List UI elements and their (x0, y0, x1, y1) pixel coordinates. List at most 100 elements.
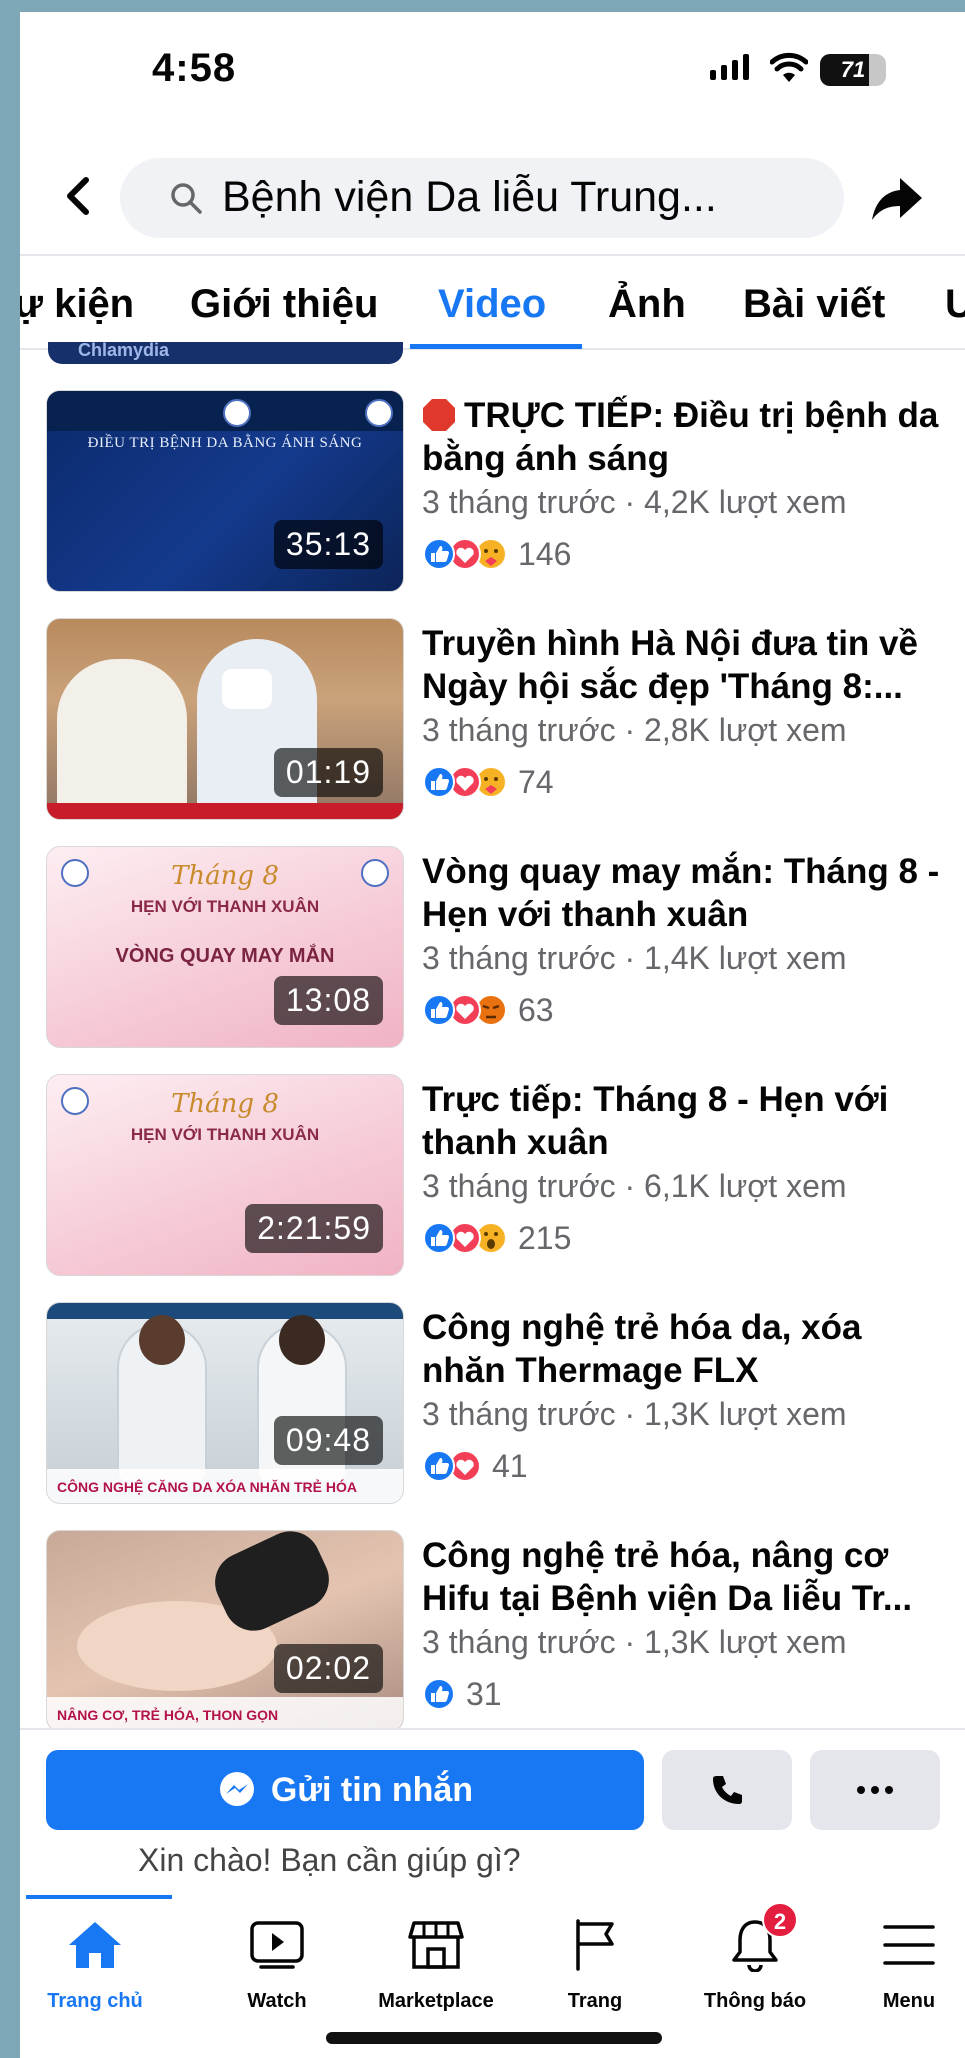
bottom-navigation: Trang chủ Watch Marketplace Trang 2 Thôn… (20, 1902, 965, 2013)
live-stop-icon (422, 398, 456, 432)
video-meta: 3 tháng trước · 4,2K lượt xem (422, 484, 847, 520)
nav-label: Marketplace (378, 1990, 494, 2012)
video-meta: 3 tháng trước · 1,3K lượt xem (422, 1624, 847, 1660)
phone-icon (713, 1776, 742, 1804)
dot-icon (857, 1786, 865, 1794)
hospital-logo (365, 399, 393, 427)
reactions[interactable]: 63 (422, 992, 554, 1028)
video-thumbnail[interactable]: Tháng 8 HẸN VỚI THANH XUÂN 2:21:59 (46, 1074, 404, 1276)
more-options-button[interactable] (810, 1750, 940, 1830)
like-reaction-icon (423, 1678, 455, 1710)
nav-pages[interactable]: Trang (520, 1910, 670, 2013)
reaction-count: 63 (518, 991, 554, 1028)
reactions[interactable]: 31 (422, 1676, 502, 1712)
reaction-count: 146 (518, 535, 572, 572)
nav-label: Menu (882, 1990, 936, 2012)
video-duration: 2:21:59 (245, 1204, 383, 1253)
marketplace-icon (408, 1921, 464, 1969)
signal-icon (710, 54, 749, 80)
nav-notifications[interactable]: 2 Thông báo (680, 1902, 830, 2013)
video-title[interactable]: Công nghệ trẻ hóa, nâng cơ Hifu tại Bệnh… (422, 1534, 952, 1620)
reactions[interactable]: 74 (422, 764, 554, 800)
share-icon[interactable] (870, 174, 924, 222)
thumbnail-heading: HẸN VỚI THANH XUÂN (130, 897, 320, 916)
like-reaction-icon (423, 1222, 455, 1254)
nav-home[interactable]: Trang chủ (20, 1910, 170, 2013)
video-thumbnail[interactable]: NÂNG CƠ, TRẺ HÓA, THON GỌN 02:02 (46, 1530, 404, 1732)
video-item[interactable]: ĐIỀU TRỊ BỆNH DA BẰNG ÁNH SÁNG 35:13 TRỰ… (20, 388, 965, 598)
like-reaction-icon (423, 538, 455, 570)
reaction-count: 215 (518, 1219, 572, 1256)
video-thumbnail[interactable]: Tháng 8 HẸN VỚI THANH XUÂN VÒNG QUAY MAY… (46, 846, 404, 1048)
video-item[interactable]: 01:19 Truyền hình Hà Nội đưa tin về Ngày… (20, 616, 965, 826)
tab-next[interactable]: U (945, 282, 965, 327)
video-duration: 02:02 (273, 1644, 383, 1693)
tab-video[interactable]: Video (438, 282, 546, 327)
status-time: 4:58 (152, 46, 237, 90)
video-item[interactable]: CÔNG NGHỆ CĂNG DA XÓA NHĂN TRẺ HÓA 09:48… (20, 1300, 965, 1510)
video-title[interactable]: Công nghệ trẻ hóa da, xóa nhăn Thermage … (422, 1306, 952, 1392)
video-duration: 13:08 (273, 976, 383, 1025)
greeting-text: Xin chào! Bạn cần giúp gì? (138, 1842, 521, 1878)
tab-photos[interactable]: Ảnh (608, 282, 686, 327)
dot-icon (885, 1786, 893, 1794)
battery-icon: 71 (820, 54, 886, 86)
notification-badge: 2 (762, 1902, 798, 1938)
tab-events[interactable]: ự kiện (20, 282, 134, 327)
reactions[interactable]: 146 (422, 536, 571, 572)
watch-icon (250, 1921, 304, 1969)
nav-watch[interactable]: Watch (202, 1910, 352, 2013)
reactions[interactable]: 41 (422, 1448, 528, 1484)
tab-about[interactable]: Giới thiệu (190, 282, 378, 327)
thumbnail-heading: HẸN VỚI THANH XUÂN (130, 1125, 320, 1144)
video-item[interactable]: NÂNG CƠ, TRẺ HÓA, THON GỌN 02:02 Công ng… (20, 1528, 965, 1738)
thumbnail-caption: ĐIỀU TRỊ BỆNH DA BẰNG ÁNH SÁNG (87, 435, 363, 451)
video-title[interactable]: Trực tiếp: Tháng 8 - Hẹn với thanh xuân (422, 1078, 952, 1164)
send-message-label: Gửi tin nhắn (270, 1770, 474, 1809)
hospital-logo (223, 399, 251, 427)
like-reaction-icon (423, 994, 455, 1026)
dot-icon (871, 1786, 879, 1794)
back-arrow-icon[interactable] (58, 174, 98, 218)
video-item[interactable]: Tháng 8 HẸN VỚI THANH XUÂN VÒNG QUAY MAY… (20, 844, 965, 1054)
home-indicator (326, 2032, 662, 2044)
video-meta: 3 tháng trước · 2,8K lượt xem (422, 712, 847, 748)
reaction-count: 41 (492, 1447, 528, 1484)
menu-icon (883, 1925, 935, 1965)
battery-level: 71 (840, 57, 866, 82)
video-thumbnail[interactable]: 01:19 (46, 618, 404, 820)
video-title[interactable]: Truyền hình Hà Nội đưa tin về Ngày hội s… (422, 622, 952, 708)
video-duration: 35:13 (273, 520, 383, 569)
bottom-panel: Gửi tin nhắn Xin chào! Bạn cần giúp gì? … (20, 1728, 965, 2058)
top-strip (20, 0, 965, 12)
nav-menu[interactable]: Menu (834, 1910, 965, 2013)
nav-label: Trang chủ (47, 1990, 143, 2012)
video-title-text: TRỰC TIẾP: Điều trị bệnh da bằng ánh sán… (422, 396, 939, 478)
thumbnail-subtitle: CÔNG NGHỆ CĂNG DA XÓA NHĂN TRẺ HÓA (57, 1479, 357, 1495)
nav-label: Trang (567, 1990, 623, 2012)
video-item[interactable]: Tháng 8 HẸN VỚI THANH XUÂN 2:21:59 Trực … (20, 1072, 965, 1282)
active-nav-indicator (26, 1895, 172, 1899)
video-meta: 3 tháng trước · 1,3K lượt xem (422, 1396, 847, 1432)
reactions[interactable]: 215 (422, 1220, 571, 1256)
search-header: Bệnh viện Da liễu Trung... (20, 150, 965, 246)
video-thumbnail[interactable]: ĐIỀU TRỊ BỆNH DA BẰNG ÁNH SÁNG 35:13 (46, 390, 404, 592)
love-reaction-icon (423, 766, 455, 798)
video-title[interactable]: TRỰC TIẾP: Điều trị bệnh da bằng ánh sán… (422, 394, 952, 480)
peek-label: Chlamydia (78, 342, 170, 360)
reaction-count: 31 (466, 1675, 502, 1712)
video-title[interactable]: Vòng quay may mắn: Tháng 8 - Hẹn với tha… (422, 850, 952, 936)
tab-posts[interactable]: Bài viết (743, 282, 885, 327)
nav-label: Thông báo (703, 1990, 807, 2012)
previous-video-thumbnail[interactable]: Chlamydia (48, 342, 403, 364)
thumbnail-script: Tháng 8 (171, 1089, 279, 1119)
search-icon (171, 183, 202, 214)
call-button[interactable] (662, 1750, 792, 1830)
send-message-button[interactable]: Gửi tin nhắn (46, 1750, 644, 1830)
video-thumbnail[interactable]: CÔNG NGHỆ CĂNG DA XÓA NHĂN TRẺ HÓA 09:48 (46, 1302, 404, 1504)
video-duration: 09:48 (273, 1416, 383, 1465)
search-input[interactable]: Bệnh viện Da liễu Trung... (120, 158, 844, 238)
nav-marketplace[interactable]: Marketplace (361, 1910, 511, 2013)
video-duration: 01:19 (273, 748, 383, 797)
messenger-icon (219, 1772, 254, 1806)
